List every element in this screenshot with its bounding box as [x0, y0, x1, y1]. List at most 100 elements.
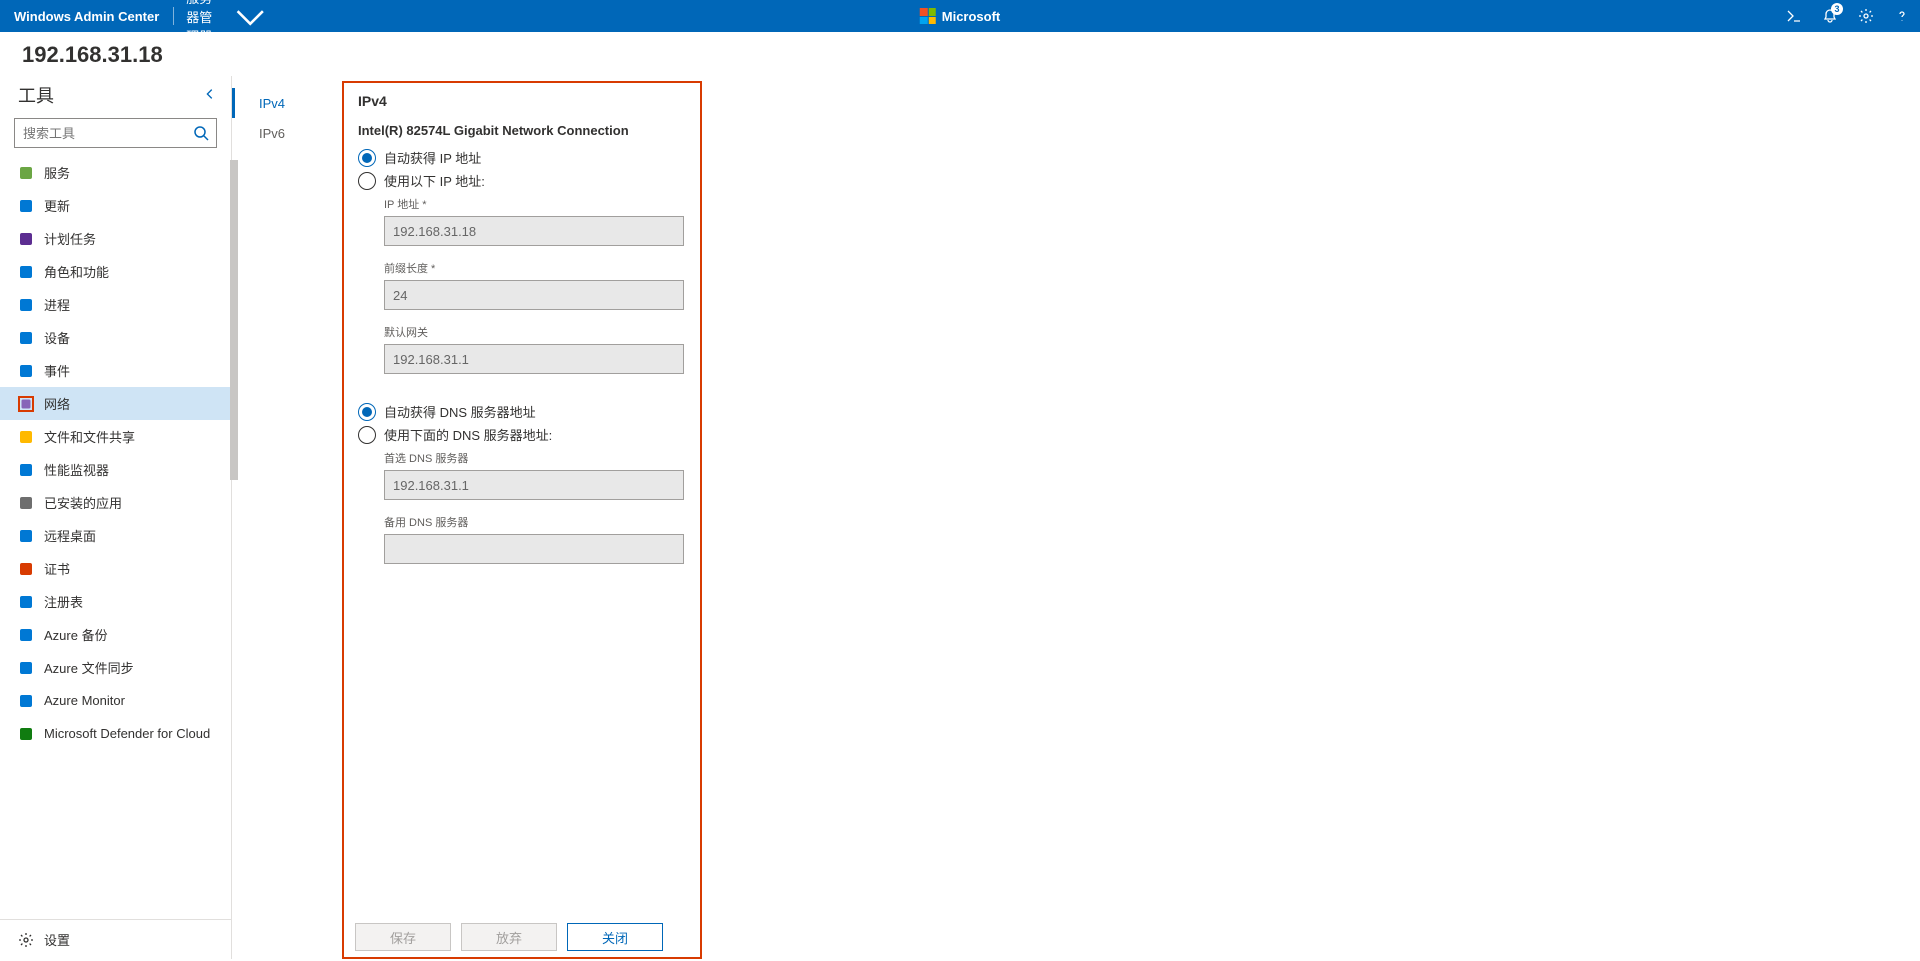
perfmon-icon: [18, 462, 34, 478]
sidebar-item-label: Azure Monitor: [44, 693, 125, 708]
sidebar-settings[interactable]: 设置: [0, 919, 231, 959]
brand[interactable]: Windows Admin Center: [0, 9, 173, 24]
azure-backup-icon: [18, 627, 34, 643]
tool-list[interactable]: 服务更新计划任务角色和功能进程设备事件网络文件和文件共享性能监视器已安装的应用远…: [0, 156, 231, 919]
sidebar-item-scheduled-tasks[interactable]: 计划任务: [0, 222, 231, 255]
sidebar-item-label: 文件和文件共享: [44, 427, 135, 446]
updates-icon: [18, 198, 34, 214]
azure-monitor-icon: [18, 693, 34, 709]
gateway-label: 默认网关: [384, 324, 686, 340]
discard-button[interactable]: 放弃: [461, 923, 557, 951]
sidebar-item-label: 角色和功能: [44, 262, 109, 281]
microsoft-logo-icon: [920, 8, 936, 24]
radio-ip-manual[interactable]: 使用以下 IP 地址:: [358, 171, 686, 190]
notifications-icon[interactable]: 3: [1812, 0, 1848, 32]
certificates-icon: [18, 561, 34, 577]
devices-icon: [18, 330, 34, 346]
settings-icon[interactable]: [1848, 0, 1884, 32]
sidebar-item-label: Microsoft Defender for Cloud: [44, 726, 210, 741]
sidebar-item-label: 远程桌面: [44, 526, 96, 545]
scheduled-tasks-icon: [18, 231, 34, 247]
ms-brand: Microsoft: [920, 8, 1001, 24]
registry-icon: [18, 594, 34, 610]
sidebar-item-devices[interactable]: 设备: [0, 321, 231, 354]
ip-version-nav: IPv4 IPv6: [232, 76, 342, 959]
sidebar-item-azure-backup[interactable]: Azure 备份: [0, 618, 231, 651]
scrollbar[interactable]: [230, 160, 238, 480]
collapse-sidebar-button[interactable]: [203, 85, 217, 106]
search-input[interactable]: [14, 118, 217, 148]
search-icon: [193, 125, 209, 141]
notification-badge: 3: [1831, 3, 1843, 15]
radio-ip-auto[interactable]: 自动获得 IP 地址: [358, 148, 686, 167]
save-button[interactable]: 保存: [355, 923, 451, 951]
sidebar-item-label: 设备: [44, 328, 70, 347]
defender-icon: [18, 726, 34, 742]
panel-title: IPv4: [358, 93, 686, 109]
tools-header: 工具: [18, 82, 54, 108]
network-icon: [18, 396, 34, 412]
installed-apps-icon: [18, 495, 34, 511]
sidebar-item-network[interactable]: 网络: [0, 387, 231, 420]
help-icon[interactable]: [1884, 0, 1920, 32]
sidebar-item-label: Azure 文件同步: [44, 658, 134, 677]
dns1-input: [384, 470, 684, 500]
sidebar-item-registry[interactable]: 注册表: [0, 585, 231, 618]
sidebar-item-services[interactable]: 服务: [0, 156, 231, 189]
gear-icon: [18, 932, 34, 948]
sidebar-item-roles-features[interactable]: 角色和功能: [0, 255, 231, 288]
dns2-label: 备用 DNS 服务器: [384, 514, 686, 530]
ipv4-settings-panel: IPv4 Intel(R) 82574L Gigabit Network Con…: [342, 81, 702, 959]
sidebar-item-label: 服务: [44, 163, 70, 182]
radio-dns-manual[interactable]: 使用下面的 DNS 服务器地址:: [358, 425, 686, 444]
nic-name: Intel(R) 82574L Gigabit Network Connecti…: [358, 123, 686, 138]
sidebar-item-azure-monitor[interactable]: Azure Monitor: [0, 684, 231, 717]
powershell-icon[interactable]: [1776, 0, 1812, 32]
prefix-input: [384, 280, 684, 310]
sidebar-item-label: 性能监视器: [44, 460, 109, 479]
events-icon: [18, 363, 34, 379]
ip-input: [384, 216, 684, 246]
sidebar-item-label: Azure 备份: [44, 625, 108, 644]
tab-ipv6[interactable]: IPv6: [232, 118, 342, 148]
sidebar-item-azure-file-sync[interactable]: Azure 文件同步: [0, 651, 231, 684]
azure-file-sync-icon: [18, 660, 34, 676]
services-icon: [18, 165, 34, 181]
radio-dns-auto[interactable]: 自动获得 DNS 服务器地址: [358, 402, 686, 421]
context-dropdown[interactable]: 服务器管理器: [174, 0, 282, 45]
sidebar-item-remote-desktop[interactable]: 远程桌面: [0, 519, 231, 552]
sidebar-item-installed-apps[interactable]: 已安装的应用: [0, 486, 231, 519]
sidebar-item-label: 进程: [44, 295, 70, 314]
context-label: 服务器管理器: [186, 0, 224, 45]
sidebar-item-events[interactable]: 事件: [0, 354, 231, 387]
settings-label: 设置: [44, 930, 70, 949]
sidebar-item-defender[interactable]: Microsoft Defender for Cloud: [0, 717, 231, 750]
sidebar-item-certificates[interactable]: 证书: [0, 552, 231, 585]
sidebar-item-label: 已安装的应用: [44, 493, 122, 512]
files-icon: [18, 429, 34, 445]
sidebar-item-label: 计划任务: [44, 229, 96, 248]
sidebar-item-processes[interactable]: 进程: [0, 288, 231, 321]
sidebar-item-label: 事件: [44, 361, 70, 380]
processes-icon: [18, 297, 34, 313]
sidebar-item-updates[interactable]: 更新: [0, 189, 231, 222]
close-button[interactable]: 关闭: [567, 923, 663, 951]
gateway-input: [384, 344, 684, 374]
prefix-label: 前缀长度 *: [384, 260, 686, 276]
sidebar-item-label: 网络: [44, 394, 70, 413]
sidebar-item-label: 证书: [44, 559, 70, 578]
dns1-label: 首选 DNS 服务器: [384, 450, 686, 466]
sidebar-item-perfmon[interactable]: 性能监视器: [0, 453, 231, 486]
dns2-input: [384, 534, 684, 564]
roles-features-icon: [18, 264, 34, 280]
sidebar: 工具 服务更新计划任务角色和功能进程设备事件网络文件和文件共享性能监视器已安装的…: [0, 76, 232, 959]
topbar: Windows Admin Center 服务器管理器 Microsoft 3: [0, 0, 1920, 32]
chevron-down-icon: [230, 0, 270, 36]
sidebar-item-files[interactable]: 文件和文件共享: [0, 420, 231, 453]
tab-ipv4[interactable]: IPv4: [232, 88, 342, 118]
remote-desktop-icon: [18, 528, 34, 544]
sidebar-item-label: 更新: [44, 196, 70, 215]
tool-search[interactable]: [14, 118, 217, 148]
ip-label: IP 地址 *: [384, 196, 686, 212]
ms-text: Microsoft: [942, 9, 1001, 24]
